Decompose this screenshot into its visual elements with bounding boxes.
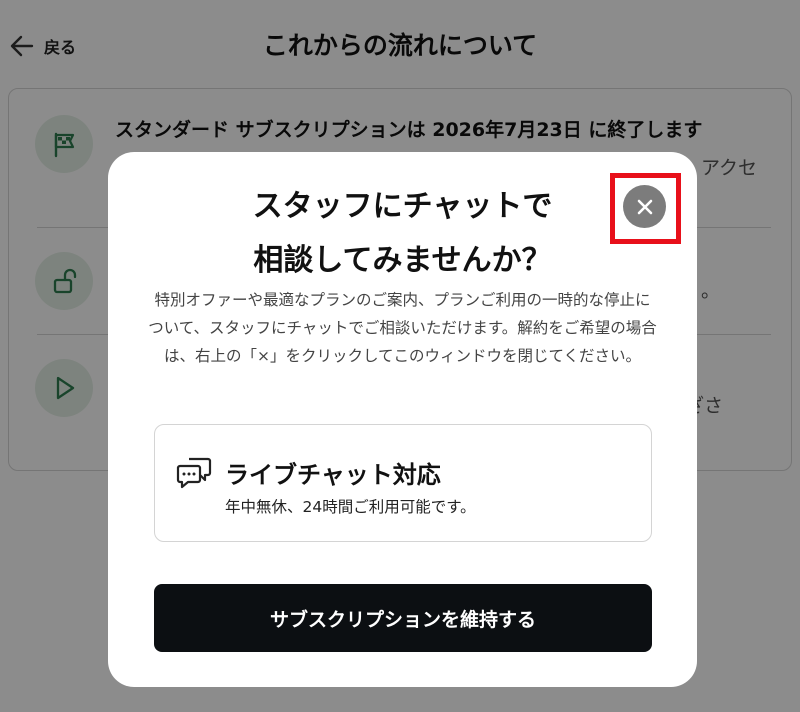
modal-title-line1: スタッフにチャットで bbox=[252, 189, 553, 224]
close-icon bbox=[637, 199, 652, 214]
modal-title: スタッフにチャットで 相談してみませんか？ bbox=[108, 180, 697, 288]
chat-bubbles-icon bbox=[176, 457, 212, 489]
close-button[interactable] bbox=[623, 185, 666, 228]
live-chat-feature: ライブチャット対応 年中無休、24時間ご利用可能です。 bbox=[154, 424, 652, 542]
keep-subscription-button[interactable]: サブスクリプションを維持する bbox=[154, 584, 652, 652]
modal-title-line2: 相談してみませんか？ bbox=[253, 243, 552, 278]
feature-title: ライブチャット対応 bbox=[225, 461, 441, 489]
modal-description: 特別オファーや最適なプランのご案内、プランご利用の一時的な停止について、スタッフ… bbox=[148, 291, 657, 365]
feature-text: 年中無休、24時間ご利用可能です。 bbox=[225, 498, 476, 516]
chat-support-modal: スタッフにチャットで 相談してみませんか？ 特別オファーや最適なプランのご案内、… bbox=[108, 152, 697, 687]
